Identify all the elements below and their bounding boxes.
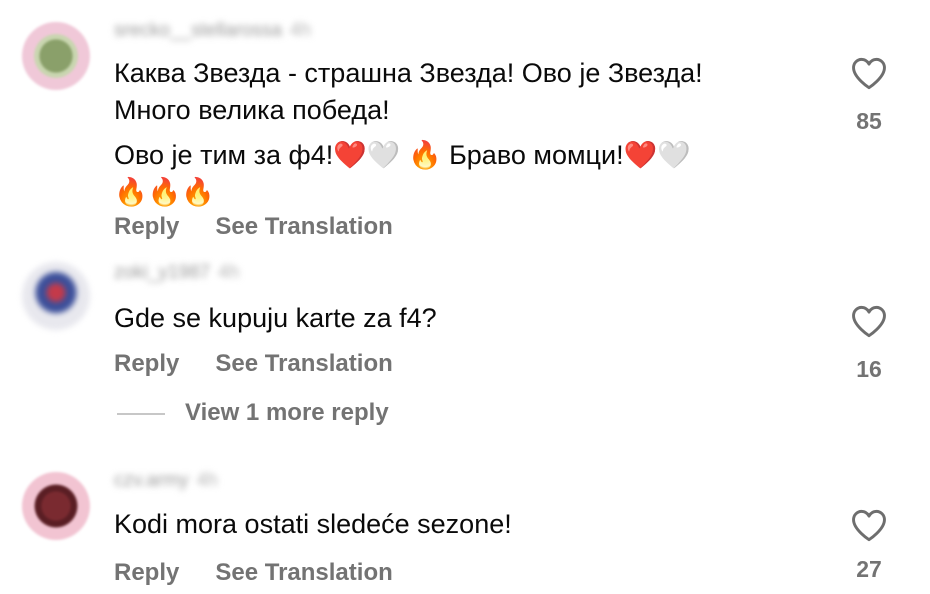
comment-line: 🔥🔥🔥 (114, 177, 215, 207)
reply-button[interactable]: Reply (114, 559, 179, 587)
username[interactable]: srecko__stellarossa 4h (114, 20, 311, 42)
comment-text: Kodi mora ostati sledeće sezone! (114, 506, 512, 543)
comment-text: Каква Звезда - страшна Звезда! Ово је Зв… (114, 55, 703, 211)
username-text[interactable]: zoki_y1987 (114, 262, 210, 283)
reply-button[interactable]: Reply (114, 213, 179, 241)
comment-line: Каква Звезда - страшна Звезда! Ово је Зв… (114, 58, 703, 88)
timestamp: 4h (196, 470, 218, 491)
comment-line: Kodi mora ostati sledeće sezone! (114, 509, 512, 539)
like-count: 85 (856, 108, 882, 134)
timestamp: 4h (218, 262, 240, 283)
avatar[interactable] (22, 472, 90, 540)
username[interactable]: czv.army 4h (114, 470, 218, 492)
comment-text: Gde se kupuju karte za f4? (114, 300, 437, 337)
view-more-replies-button[interactable]: View 1 more reply (117, 399, 389, 427)
heart-outline-icon[interactable] (850, 304, 888, 338)
reply-button[interactable]: Reply (114, 350, 179, 378)
username-text[interactable]: srecko__stellarossa (114, 20, 282, 41)
like-count: 16 (856, 356, 882, 382)
like-control: 27 (846, 508, 892, 583)
comment-actions: Reply See Translation (114, 350, 393, 378)
comment-line: Gde se kupuju karte za f4? (114, 303, 437, 333)
thread-line (117, 412, 165, 415)
heart-outline-icon[interactable] (850, 56, 888, 90)
timestamp: 4h (289, 20, 312, 41)
see-translation-button[interactable]: See Translation (215, 213, 392, 241)
comment-actions: Reply See Translation (114, 559, 393, 587)
avatar[interactable] (22, 22, 90, 90)
heart-outline-icon[interactable] (850, 508, 888, 542)
comment-line: Много велика победа! (114, 95, 390, 125)
see-translation-button[interactable]: See Translation (215, 350, 392, 378)
like-count: 27 (856, 556, 882, 582)
comment-line: Ово је тим за ф4!❤️🤍 🔥 Браво момци!❤️🤍 (114, 140, 691, 170)
see-translation-button[interactable]: See Translation (215, 559, 392, 587)
like-control: 85 (846, 56, 892, 135)
username[interactable]: zoki_y1987 4h (114, 262, 239, 284)
comment-actions: Reply See Translation (114, 213, 393, 241)
avatar[interactable] (22, 262, 90, 330)
username-text[interactable]: czv.army (114, 470, 189, 491)
view-more-label[interactable]: View 1 more reply (185, 399, 389, 426)
like-control: 16 (846, 304, 892, 383)
